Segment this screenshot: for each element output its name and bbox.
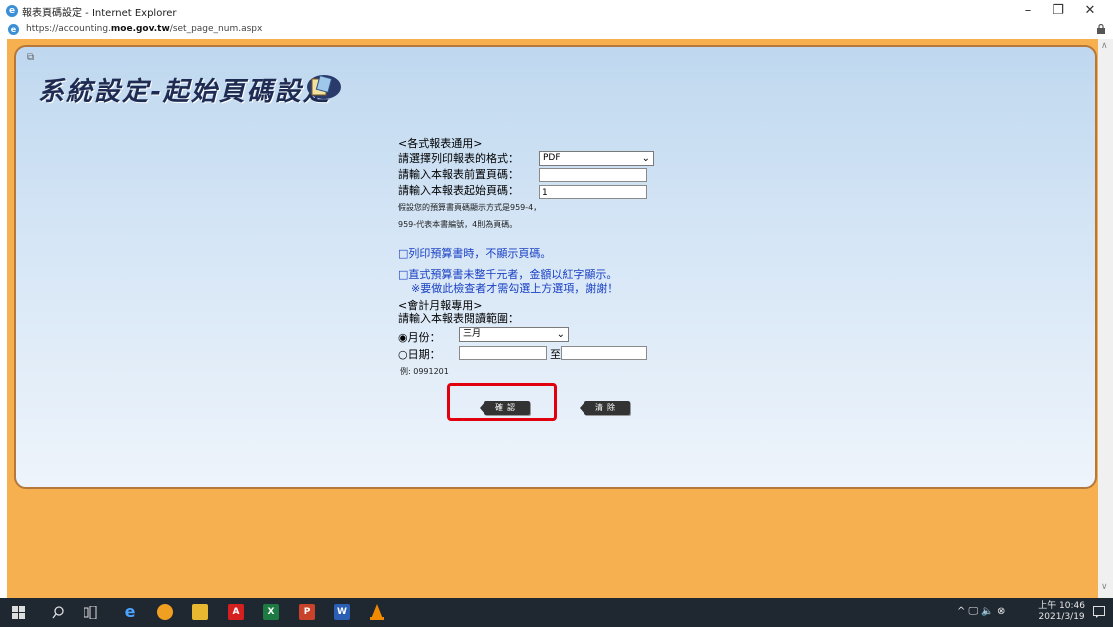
start-page-input[interactable]: 1 [539,185,647,199]
scroll-down-icon[interactable]: ∨ [1101,582,1108,592]
word-icon[interactable]: W [334,604,350,620]
settings-book-icon [307,75,341,99]
date-radio[interactable]: ○日期： [398,346,441,362]
scroll-up-icon[interactable]: ∧ [1101,41,1108,51]
vlc-icon[interactable] [370,604,384,620]
windows-start-icon[interactable] [12,606,25,619]
format-select-value: PDF [543,153,561,163]
minimize-button[interactable]: – [1013,2,1043,20]
system-tray-icons[interactable]: ^ 🖵 🔈 ⊗ [957,606,1005,617]
address-url[interactable]: https://accounting.moe.gov.tw/set_page_n… [26,24,262,34]
task-view-icon[interactable] [84,606,97,619]
month-radio[interactable]: ◉月份： [398,329,441,345]
acrobat-icon[interactable]: A [228,604,244,620]
lock-icon [1097,24,1105,34]
checkbox-note: ※要做此檢查者才需勾選上方選項，謝謝！ [411,282,619,295]
settings-panel: ⧉ 系統設定-起始頁碼設定 <各式報表通用> 請選擇列印報表的格式： PDF ⌄ … [14,45,1097,489]
general-section-title: <各式報表通用> [398,137,483,150]
taskbar: e A X P W ^ 🖵 🔈 ⊗ 上午 10:46 2021/3/19 [0,598,1113,627]
page-title: 系統設定-起始頁碼設定 [38,77,331,107]
vertical-scrollbar[interactable]: ∧ ∨ [1098,39,1113,598]
date-to-label: 至 [550,348,561,361]
restore-icon[interactable]: ⧉ [27,52,34,63]
close-button[interactable]: ✕ [1075,2,1105,20]
maximize-button[interactable]: ❐ [1043,2,1073,20]
date-example: 例: 0991201 [400,367,449,376]
chevron-down-icon: ⌄ [641,153,650,164]
window-titlebar: e 報表頁碼設定 - Internet Explorer – ❐ ✕ [0,0,1113,22]
notification-icon[interactable] [1093,606,1105,618]
chevron-down-icon: ⌄ [556,329,565,340]
format-select[interactable]: PDF ⌄ [539,151,654,166]
range-label: 請輸入本報表閱讀範圍： [398,312,519,325]
front-page-label: 請輸入本報表前置頁碼： [398,168,519,181]
ie-taskbar-icon[interactable]: e [122,604,138,620]
hint-line-1: 假設您的預算書頁碼顯示方式是959-4， [398,203,542,212]
front-page-input[interactable] [539,168,647,182]
format-label: 請選擇列印報表的格式： [398,152,519,165]
page-favicon-icon: e [8,24,19,35]
clear-button[interactable]: 清除 [580,401,630,415]
chrome-taskbar-icon[interactable] [157,604,173,620]
clock-time: 上午 10:46 [1038,601,1085,611]
powerpoint-icon[interactable]: P [299,604,315,620]
ie-icon: e [6,5,18,17]
hide-page-number-checkbox[interactable]: □列印預算書時，不顯示頁碼。 [398,245,551,261]
window-title: 報表頁碼設定 - Internet Explorer [22,8,177,19]
start-page-label: 請輸入本報表起始頁碼： [398,184,519,197]
month-select[interactable]: 三月 ⌄ [459,327,569,342]
month-select-value: 三月 [463,329,482,339]
date-to-input[interactable] [561,346,647,360]
page-viewport: ⧉ 系統設定-起始頁碼設定 <各式報表通用> 請選擇列印報表的格式： PDF ⌄ … [7,39,1098,598]
address-bar[interactable]: e https://accounting.moe.gov.tw/set_page… [0,22,1113,39]
taskbar-clock[interactable]: 上午 10:46 2021/3/19 [1038,601,1085,623]
date-from-input[interactable] [459,346,547,360]
highlight-box [447,383,557,421]
search-icon[interactable] [52,606,64,619]
excel-icon[interactable]: X [263,604,279,620]
file-explorer-icon[interactable] [192,604,208,620]
hint-line-2: 959-代表本書編號，4則為頁碼。 [398,220,518,229]
clock-date: 2021/3/19 [1038,612,1085,622]
